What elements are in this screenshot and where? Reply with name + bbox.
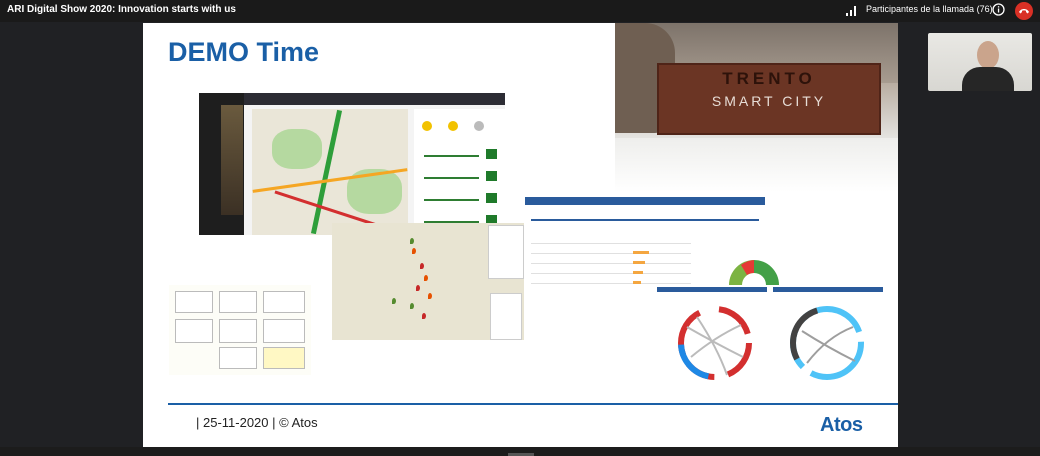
status-box — [486, 193, 497, 203]
map-marker — [392, 298, 396, 304]
map-marker — [420, 263, 424, 269]
map-forest — [272, 129, 322, 169]
top-bar: ARI Digital Show 2020: Innovation starts… — [0, 0, 1040, 22]
info-icon[interactable] — [992, 3, 1005, 16]
sparkline — [424, 199, 479, 201]
hang-up-icon — [1019, 9, 1029, 14]
table-rule — [531, 273, 691, 274]
markers-map-screenshot — [332, 223, 524, 340]
tower-image — [221, 105, 243, 215]
table-bar — [633, 261, 645, 264]
table-rule — [531, 253, 691, 254]
flow-box — [219, 291, 257, 313]
participant-head — [977, 41, 999, 69]
footer-rule — [168, 403, 898, 405]
signal-bars-icon[interactable] — [845, 4, 857, 16]
cloud-icon — [474, 121, 484, 131]
sparkline — [424, 155, 479, 157]
map-marker — [422, 313, 426, 319]
flow-box — [219, 319, 257, 343]
table-rule — [531, 219, 759, 221]
participants-button[interactable]: Participantes de la llamada (76) — [866, 4, 993, 14]
chord-diagrams-screenshot — [657, 287, 885, 383]
flow-box — [263, 291, 305, 313]
status-box — [486, 171, 497, 181]
flow-box — [219, 347, 257, 369]
hang-up-button[interactable] — [1015, 2, 1033, 20]
sparkline — [424, 177, 479, 179]
map-road — [310, 109, 343, 235]
dashboard-header — [244, 93, 505, 105]
map-legend — [488, 225, 524, 279]
map-legend — [490, 293, 522, 340]
table-rule — [531, 243, 691, 244]
map-marker — [428, 293, 432, 299]
dashboard-screenshot — [199, 93, 505, 235]
table-rule — [531, 263, 691, 264]
participant-video-tile[interactable] — [928, 33, 1032, 91]
table-bar — [633, 251, 649, 254]
sign-city-name: TRENTO — [722, 69, 816, 88]
sun-icon — [448, 121, 458, 131]
table-header-bar — [525, 197, 765, 205]
flow-box — [263, 347, 305, 369]
trento-sign: TRENTO SMART CITY — [657, 63, 881, 135]
map-marker — [416, 285, 420, 291]
slide-title: DEMO Time — [168, 37, 320, 67]
map-marker — [412, 248, 416, 254]
dashboard-sidebar — [199, 93, 244, 235]
atos-logo: Atos — [820, 414, 863, 436]
flow-box — [175, 291, 213, 313]
map-marker — [410, 238, 414, 244]
sun-icon — [422, 121, 432, 131]
participants-label: Participantes de la llamada — [866, 4, 975, 14]
table-bar — [633, 281, 641, 284]
table-rule — [531, 283, 691, 284]
participant-body — [962, 67, 1014, 91]
traffic-map — [252, 109, 408, 235]
weather-panel — [414, 109, 505, 235]
flow-box — [175, 319, 213, 343]
donut-chart-screenshot — [699, 223, 809, 293]
shared-slide: DEMO Time TRENTO SMART CITY | 25-11-2020… — [143, 23, 898, 447]
map-marker — [424, 275, 428, 281]
trento-sign-photo: TRENTO SMART CITY — [615, 23, 898, 192]
photo-snow — [615, 138, 898, 192]
flow-box — [263, 319, 305, 343]
table-bar — [633, 271, 643, 274]
slide-footer: | 25-11-2020 | © Atos — [196, 415, 318, 430]
flow-diagram-screenshot — [169, 285, 311, 375]
meeting-title: ARI Digital Show 2020: Innovation starts… — [7, 4, 236, 15]
participants-count: (76) — [976, 4, 993, 14]
sign-subtitle: SMART CITY — [711, 93, 827, 109]
status-box — [486, 149, 497, 159]
map-marker — [410, 303, 414, 309]
